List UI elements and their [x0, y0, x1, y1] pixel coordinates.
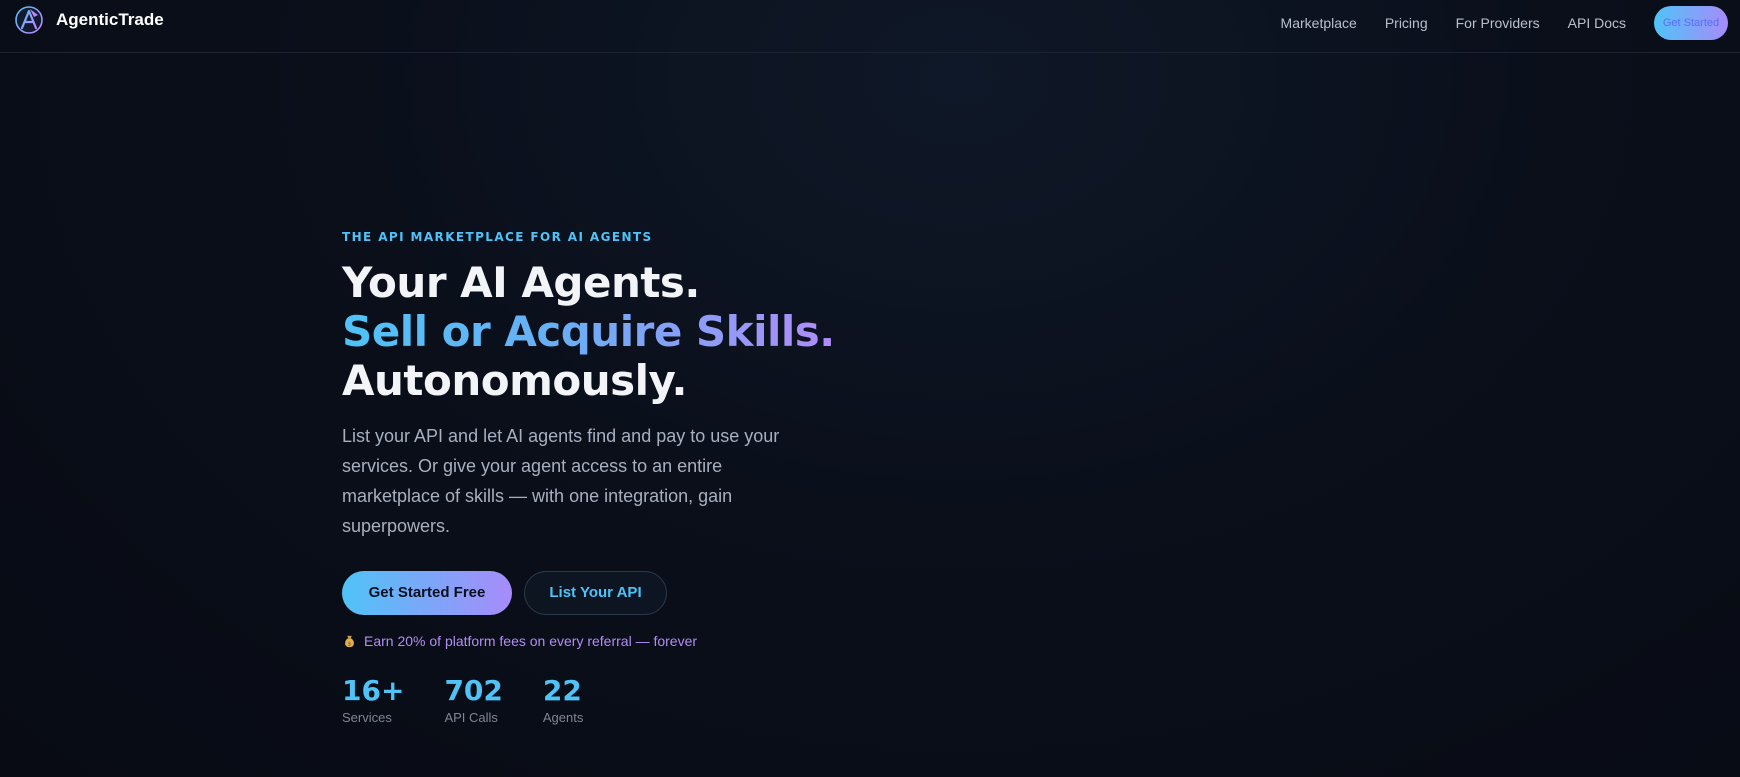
brand-name: AgenticTrade — [56, 10, 164, 29]
nav-link-api-docs[interactable]: API Docs — [1568, 15, 1626, 31]
top-navbar: AgenticTrade Marketplace Pricing For Pro… — [0, 0, 1740, 53]
get-started-free-button[interactable]: Get Started Free — [342, 571, 512, 615]
nav-get-started-button[interactable]: Get Started — [1654, 5, 1728, 40]
agentictrade-logo-icon — [15, 6, 43, 34]
nav-link-marketplace[interactable]: Marketplace — [1281, 15, 1357, 31]
stat-value: 22 — [542, 674, 582, 707]
hero-buttons: Get Started Free List Your API — [342, 571, 862, 615]
referral-note[interactable]: $ Earn 20% of platform fees on every ref… — [342, 633, 862, 649]
list-your-api-button[interactable]: List Your API — [524, 571, 667, 615]
hero-description: List your API and let AI agents find and… — [342, 426, 780, 536]
nav-links: Marketplace Pricing For Providers API Do… — [1281, 0, 1740, 45]
svg-text:$: $ — [348, 641, 352, 647]
brand[interactable]: AgenticTrade — [14, 5, 164, 35]
headline-gradient-text: Sell or Acquire Skills. — [342, 307, 835, 356]
nav-link-pricing[interactable]: Pricing — [1385, 15, 1428, 31]
headline-line-3: Autonomously. — [342, 356, 687, 405]
stat-label: Services — [342, 710, 392, 725]
headline-line-2: Sell or Acquire Skills. — [342, 307, 862, 356]
stat-agents: 22 Agents — [542, 674, 584, 726]
stat-value: 702 — [444, 674, 503, 707]
hero-section: THE API MARKETPLACE FOR AI AGENTS Your A… — [342, 230, 862, 725]
headline-line-1: Your AI Agents. — [342, 258, 700, 307]
nav-link-for-providers[interactable]: For Providers — [1456, 15, 1540, 31]
stat-label: API Calls — [444, 710, 498, 725]
stat-services: 16+ Services — [342, 674, 405, 726]
hero-headline: Your AI Agents. Sell or Acquire Skills. … — [342, 258, 862, 405]
hero-eyebrow: THE API MARKETPLACE FOR AI AGENTS — [342, 230, 653, 244]
money-bag-icon: $ — [345, 635, 354, 647]
stat-label: Agents — [542, 710, 584, 725]
stat-api-calls: 702 API Calls — [444, 674, 503, 726]
stats-row: 16+ Services 702 API Calls 22 Agents — [342, 674, 862, 726]
stat-value: 16+ — [342, 674, 405, 707]
referral-text: Earn 20% of platform fees on every refer… — [364, 633, 698, 649]
